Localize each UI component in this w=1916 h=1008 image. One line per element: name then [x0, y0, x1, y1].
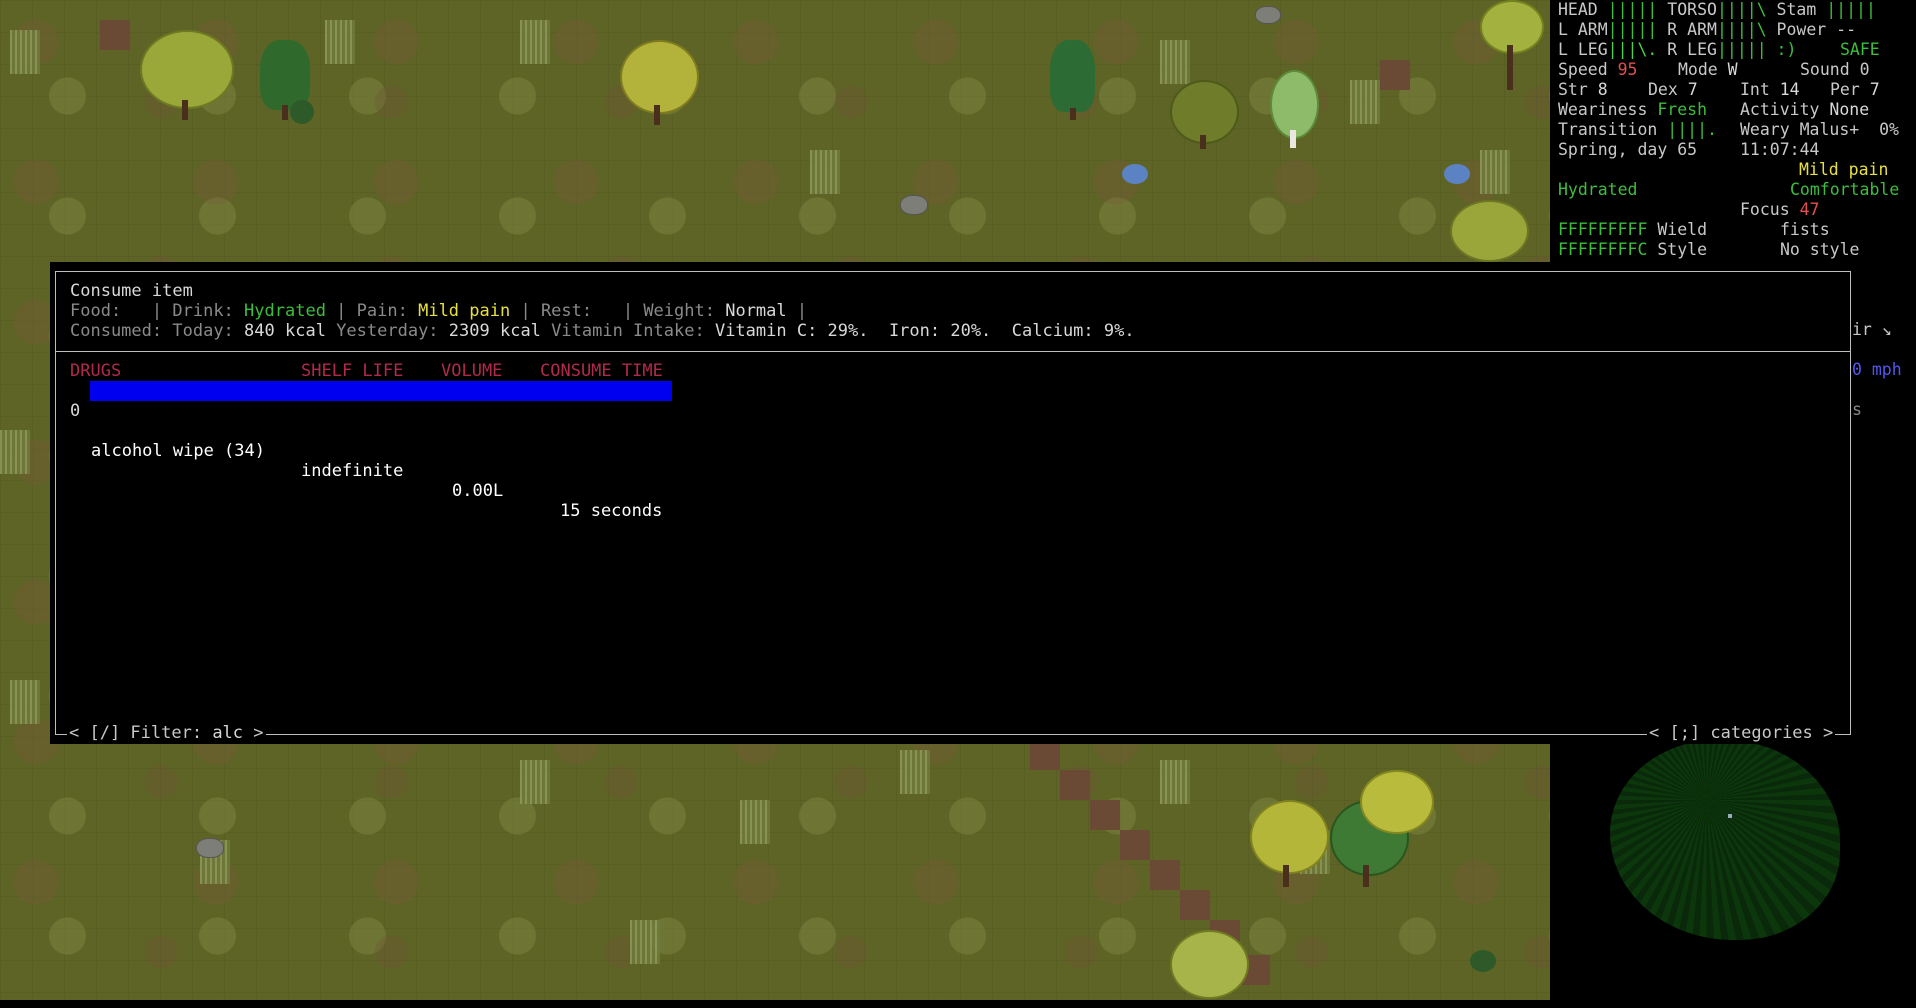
wield-row: FFFFFFFFF Wield: [1558, 220, 1708, 239]
tall-grass: [1160, 40, 1190, 84]
dirt-tile: [1120, 830, 1150, 860]
tall-grass: [630, 920, 660, 964]
tall-grass: [0, 430, 30, 474]
column-header-drugs: DRUGS: [70, 361, 122, 381]
speed-readout: Speed 95: [1558, 60, 1638, 79]
needs-summary: Food: | Drink: Hydrated | Pain: Mild pai…: [70, 301, 808, 321]
tree: [140, 30, 240, 120]
item-shelf-life: indefinite: [301, 461, 404, 481]
tall-grass: [1160, 760, 1190, 804]
blueberry-bush: [1444, 164, 1470, 184]
per-stat: Per 7: [1830, 80, 1880, 99]
body-status-row-3: L LEG|||\. R LEG||||| :): [1558, 40, 1797, 59]
dirt-tile: [100, 20, 130, 50]
rock: [900, 195, 928, 215]
rock: [1255, 6, 1281, 24]
focus-readout: Focus 47: [1740, 200, 1820, 219]
tall-grass: [10, 30, 40, 74]
dirt-tile: [1380, 60, 1410, 90]
clock-time: 11:07:44: [1740, 140, 1820, 159]
tree: [1170, 80, 1240, 150]
sound-readout: Sound 0: [1800, 60, 1870, 79]
martial-style: No style: [1780, 240, 1860, 259]
pain-status: Mild pain: [1799, 160, 1889, 179]
tall-grass: [520, 20, 550, 64]
str-stat: Str 8: [1558, 80, 1608, 99]
column-header-consume-time: CONSUME TIME: [540, 361, 663, 381]
consume-item-dialog: Consume item Food: | Drink: Hydrated | P…: [50, 262, 1851, 744]
tree: [1170, 930, 1250, 1000]
blueberry-bush: [1122, 164, 1148, 184]
shrub: [290, 100, 314, 124]
hydration-status: Hydrated: [1558, 180, 1638, 199]
weary-malus-readout: Weary Malus+ 0%: [1740, 120, 1899, 139]
body-status-row-2: L ARM||||| R ARM||||\ Power --: [1558, 20, 1857, 39]
dialog-divider: [55, 351, 1851, 352]
wielded-item: fists: [1780, 220, 1830, 239]
dirt-tile: [1150, 860, 1180, 890]
speed-fragment: 0 mph: [1852, 360, 1902, 379]
safe-mode-indicator: SAFE: [1840, 40, 1880, 59]
filter-value: alc: [212, 723, 244, 743]
tall-grass: [520, 760, 550, 804]
misc-fragment: s: [1852, 400, 1862, 419]
tall-grass: [1480, 150, 1510, 194]
dialog-title: Consume item: [70, 281, 193, 301]
item-highlight: [90, 381, 672, 401]
dirt-tile: [1090, 800, 1120, 830]
tree: [1270, 70, 1320, 150]
rock: [196, 838, 224, 858]
transition-readout: Transition ||||.: [1558, 120, 1717, 139]
tall-grass: [325, 20, 355, 64]
wind-fragment: ir ↘: [1852, 320, 1892, 339]
consumption-summary: Consumed: Today: 840 kcal Yesterday: 230…: [70, 321, 1135, 341]
shrub: [1470, 950, 1496, 972]
season-date: Spring, day 65: [1558, 140, 1698, 159]
item-hotkey: 0: [70, 401, 81, 421]
categories-control[interactable]: < [;] categories >: [1647, 723, 1836, 743]
dirt-tile: [1060, 770, 1090, 800]
tree: [1250, 800, 1330, 890]
mode-readout: Mode W: [1678, 60, 1738, 79]
tree: [1480, 0, 1544, 90]
tall-grass: [1350, 80, 1380, 124]
body-status-row-1: HEAD ||||| TORSO||||\ Stam |||||: [1558, 0, 1876, 19]
tree: [1050, 40, 1100, 120]
int-stat: Int 14: [1740, 80, 1800, 99]
column-header-volume: VOLUME: [441, 361, 503, 381]
tall-grass: [10, 680, 40, 724]
item-volume: 0.00L: [452, 481, 504, 501]
column-header-shelf-life: SHELF LIFE: [301, 361, 404, 381]
tree: [620, 40, 700, 125]
tall-grass: [900, 750, 930, 794]
activity-readout: Activity None: [1740, 100, 1870, 119]
dirt-tile: [1030, 740, 1060, 770]
tall-grass: [740, 800, 770, 844]
tree: [1450, 200, 1530, 262]
tree: [1360, 770, 1434, 850]
dirt-tile: [1180, 890, 1210, 920]
item-consume-time: 15 seconds: [560, 501, 663, 521]
dex-stat: Dex 7: [1648, 80, 1698, 99]
style-row: FFFFFFFFC Style: [1558, 240, 1708, 259]
item-name: alcohol wipe (34): [91, 441, 265, 461]
weariness-readout: Weariness Fresh: [1558, 100, 1708, 119]
list-item[interactable]: 0 alcohol wipe (34) indefinite 0.00L 15 …: [70, 381, 672, 521]
comfort-status: Comfortable: [1790, 180, 1900, 199]
player-marker-icon: [1728, 814, 1732, 818]
filter-control[interactable]: < [/] Filter: alc >: [67, 723, 266, 743]
tall-grass: [810, 150, 840, 194]
